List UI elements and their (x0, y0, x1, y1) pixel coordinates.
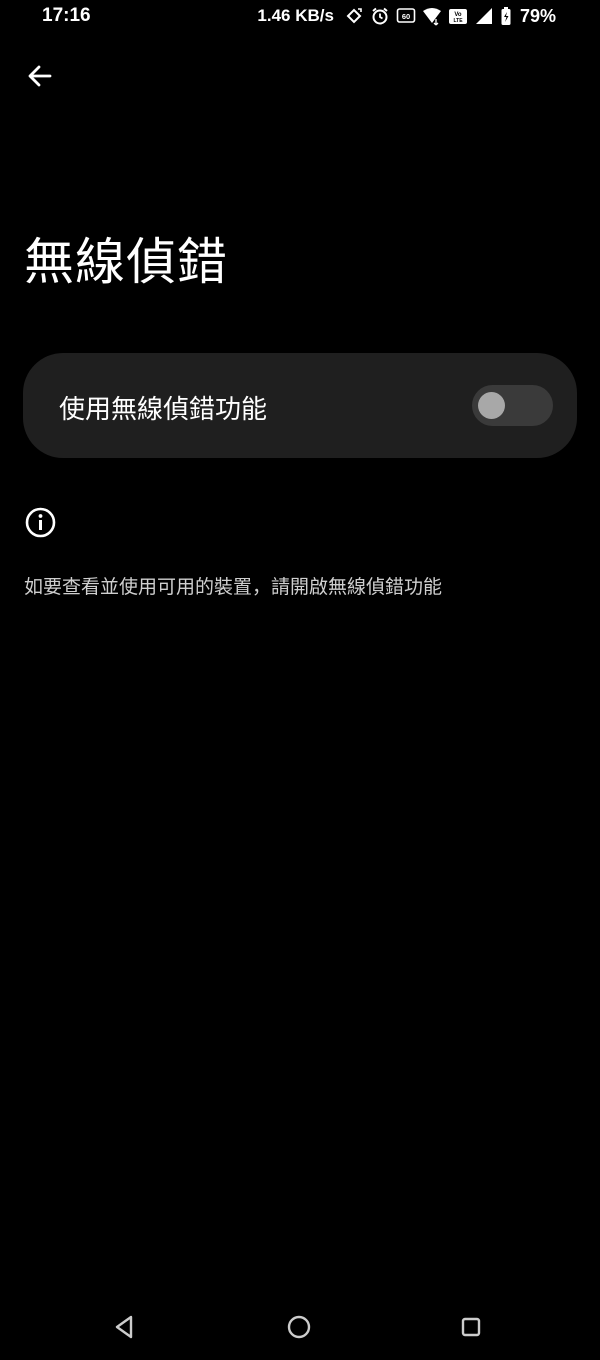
net-speed: 1.46 KB/s (257, 6, 334, 25)
volte-icon: Vo LTE (448, 6, 468, 26)
nav-recents-button[interactable] (454, 1310, 488, 1344)
status-time: 17:16 (42, 5, 91, 26)
nav-home-icon (287, 1315, 311, 1339)
svg-text:60: 60 (402, 12, 410, 21)
wifi-icon (422, 6, 442, 26)
svg-text:LTE: LTE (453, 18, 463, 24)
switch-knob (478, 392, 505, 419)
wireless-debugging-toggle-row[interactable]: 使用無線偵錯功能 (23, 353, 577, 458)
nav-back-icon (115, 1315, 133, 1339)
status-bar: 17:16 1.46 KB/s 60 Vo LTE 79% (0, 0, 600, 34)
page-title: 無線偵錯 (24, 233, 228, 291)
battery-percentage: 79% (519, 5, 556, 26)
nav-home-button[interactable] (282, 1310, 316, 1344)
wireless-debugging-switch[interactable] (472, 385, 553, 426)
navigation-bar (0, 1290, 600, 1360)
hd-voice-icon: 60 (396, 6, 416, 26)
battery-icon (500, 6, 512, 26)
back-arrow-icon (28, 65, 52, 87)
nav-back-button[interactable] (108, 1310, 142, 1344)
toggle-label: 使用無線偵錯功能 (59, 395, 268, 425)
info-icon (24, 506, 57, 539)
alarm-icon (370, 6, 390, 26)
info-text: 如要查看並使用可用的裝置，請開啟無線偵錯功能 (24, 576, 443, 598)
nav-recents-icon (461, 1317, 481, 1337)
status-icons: 1.46 KB/s 60 Vo LTE 79% (257, 4, 556, 28)
rotate-icon (344, 6, 364, 26)
signal-icon (474, 6, 494, 26)
back-button[interactable] (20, 56, 60, 96)
